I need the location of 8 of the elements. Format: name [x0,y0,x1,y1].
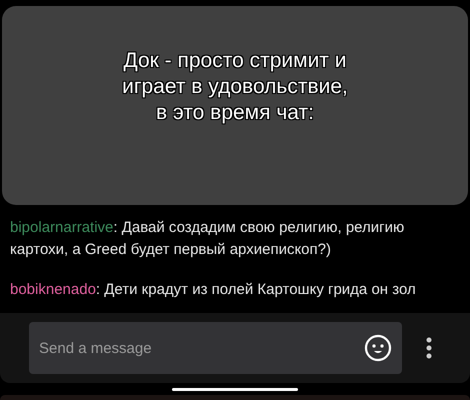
caption-line: в это время чат: [156,100,314,126]
caption-line: играет в удовольствие, [122,74,348,100]
caption-line: Док - просто стримит и [124,48,346,74]
more-icon[interactable] [426,337,432,359]
chat-message: bipolarnarrative: Давай создадим свою религию, религию картохи, а Greed будет первый архиепископ?) [10,218,406,260]
message-field[interactable]: Send a message [29,322,402,374]
emoji-icon[interactable] [364,334,392,362]
chat-message: bobiknenado: Дети крадут из полей Картошку грида он зол [10,280,417,300]
